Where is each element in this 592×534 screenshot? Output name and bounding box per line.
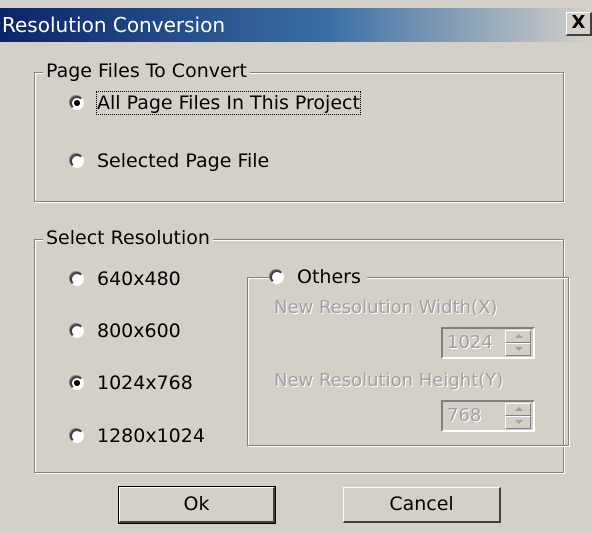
height-spin-up-button[interactable]: [505, 403, 531, 416]
radio-button-icon: [70, 429, 84, 443]
resolution-conversion-dialog: Resolution Conversion X Page Files To Co…: [0, 0, 592, 534]
width-spin-up-button[interactable]: [505, 330, 531, 343]
radio-selected-page-file[interactable]: Selected Page File: [70, 150, 269, 172]
width-spin-buttons: [505, 330, 531, 356]
radio-button-icon: [70, 376, 84, 390]
radio-others[interactable]: Others: [270, 266, 367, 288]
radio-button-icon: [270, 270, 284, 284]
close-button[interactable]: X: [566, 12, 592, 36]
width-value: 1024: [447, 332, 493, 353]
width-spin-down-button[interactable]: [505, 343, 531, 356]
width-spinner[interactable]: 1024: [441, 327, 535, 359]
radio-640x480[interactable]: 640x480: [70, 268, 181, 290]
radio-1280x1024[interactable]: 1280x1024: [70, 425, 205, 447]
radio-button-icon: [70, 272, 84, 286]
height-spinner[interactable]: 768: [441, 400, 535, 432]
radio-1024x768-label: 1024x768: [97, 372, 193, 394]
height-spin-buttons: [505, 403, 531, 429]
height-value: 768: [447, 405, 482, 426]
radio-button-icon: [70, 96, 84, 110]
radio-all-page-files-label: All Page Files In This Project: [96, 91, 361, 115]
radio-button-icon: [70, 154, 84, 168]
arrow-up-icon: [515, 407, 523, 411]
arrow-down-icon: [515, 420, 523, 424]
radio-800x600[interactable]: 800x600: [70, 320, 181, 342]
radio-selected-page-file-label: Selected Page File: [97, 150, 270, 172]
radio-button-icon: [70, 324, 84, 338]
radio-1024x768[interactable]: 1024x768: [70, 372, 193, 394]
radio-others-label: Others: [297, 266, 361, 288]
radio-800x600-label: 800x600: [97, 320, 181, 342]
arrow-up-icon: [515, 334, 523, 338]
page-files-legend: Page Files To Convert: [43, 60, 250, 82]
radio-640x480-label: 640x480: [97, 268, 181, 290]
new-height-label: New Resolution Height(Y): [274, 370, 504, 391]
title-bar: Resolution Conversion X: [0, 8, 592, 42]
cancel-button[interactable]: Cancel: [343, 487, 501, 523]
height-spin-down-button[interactable]: [505, 416, 531, 429]
select-resolution-legend: Select Resolution: [43, 227, 213, 249]
window-title: Resolution Conversion: [2, 13, 225, 37]
ok-button[interactable]: Ok: [118, 486, 276, 524]
radio-1280x1024-label: 1280x1024: [97, 425, 205, 447]
arrow-down-icon: [515, 347, 523, 351]
radio-all-page-files[interactable]: All Page Files In This Project: [70, 91, 361, 115]
new-width-label: New Resolution Width(X): [274, 297, 498, 318]
